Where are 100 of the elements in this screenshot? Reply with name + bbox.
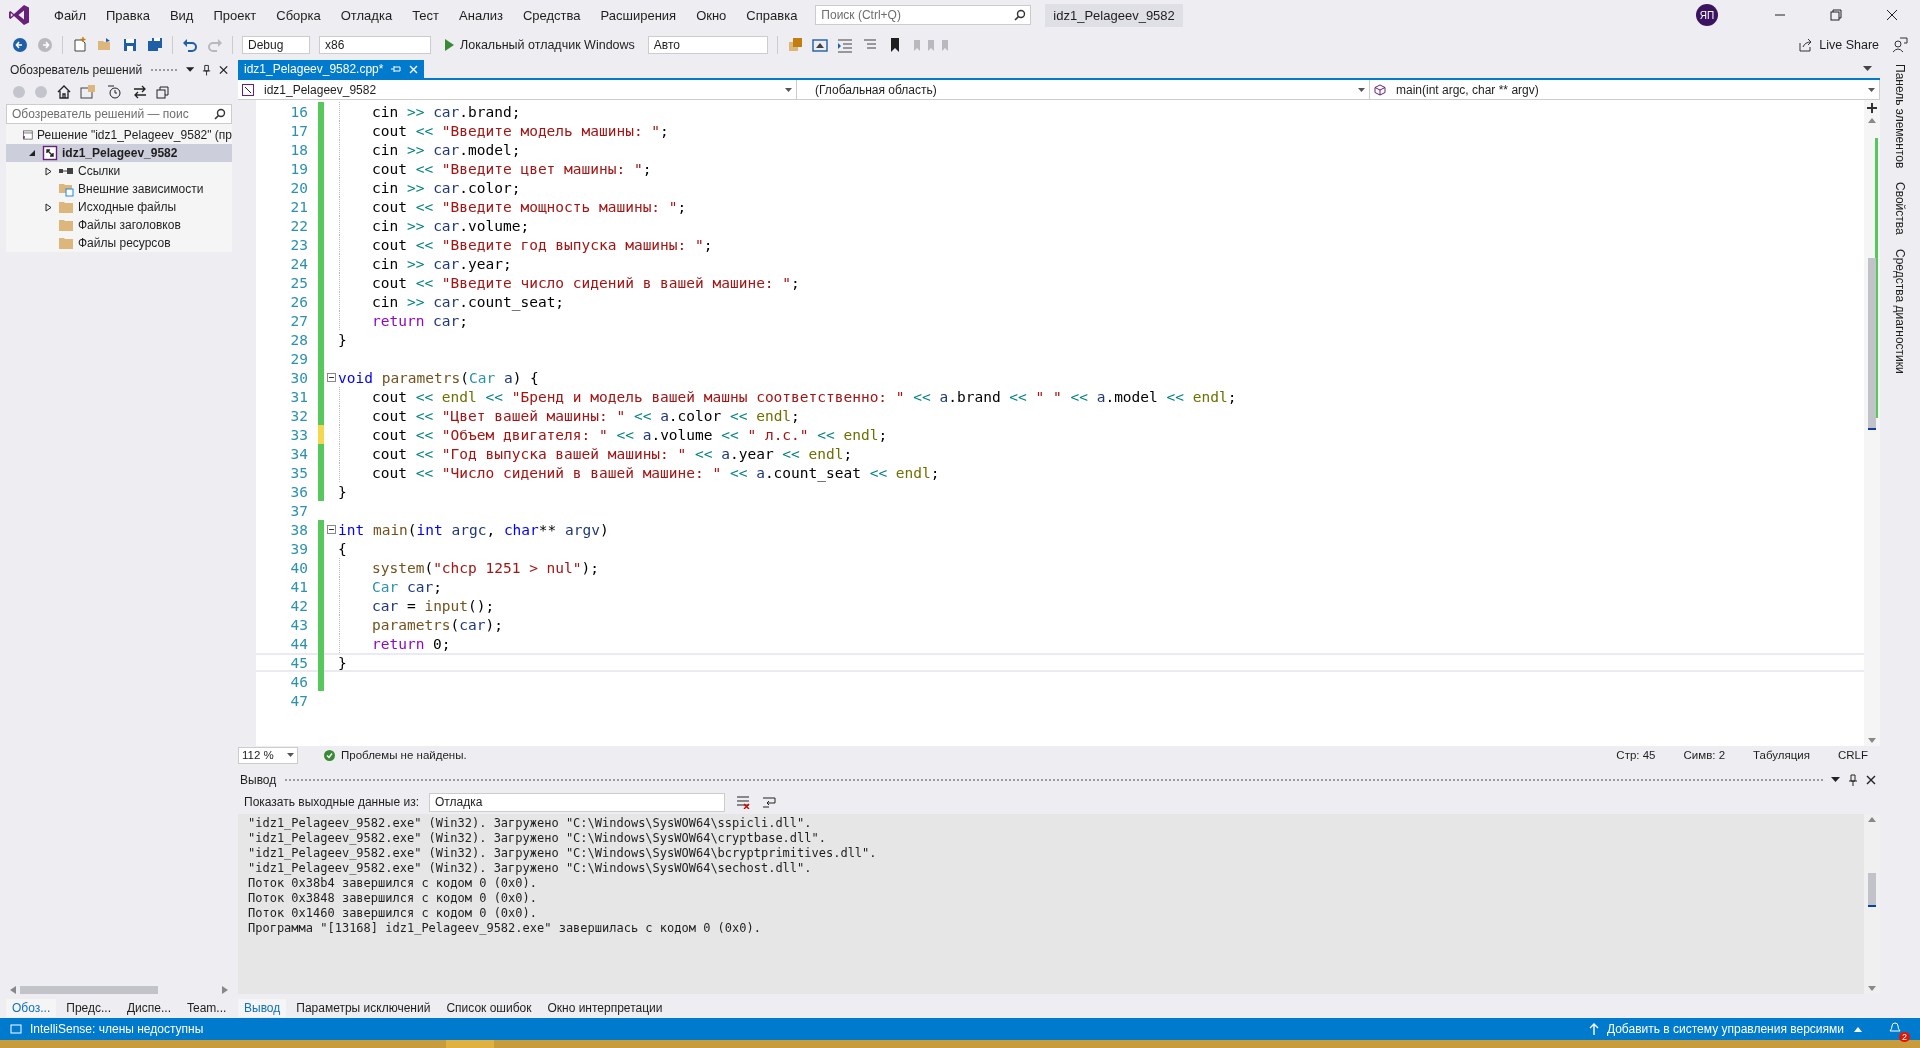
screenshot-icon[interactable] xyxy=(811,37,828,53)
collapse-all-icon[interactable] xyxy=(156,85,170,99)
collapse-icon[interactable] xyxy=(326,525,336,534)
scrollbar-thumb[interactable] xyxy=(20,986,158,994)
play-icon xyxy=(444,39,454,51)
live-share-button[interactable]: Live Share xyxy=(1795,36,1883,54)
scroll-up-icon[interactable] xyxy=(1868,118,1876,123)
user-avatar[interactable]: ЯП xyxy=(1696,4,1718,26)
dropdown-icon[interactable] xyxy=(1863,66,1872,72)
indent-icon[interactable] xyxy=(836,37,853,53)
tree-item[interactable]: Ссылки xyxy=(6,162,232,180)
code-line: void parametrs(Car a) { xyxy=(338,369,539,386)
scroll-up-icon[interactable] xyxy=(1868,817,1876,822)
scope-dropdown[interactable]: (Глобальная область) xyxy=(797,80,1370,99)
source-control-button[interactable]: Добавить в систему управления версиями xyxy=(1606,1022,1844,1036)
caret-icon[interactable] xyxy=(1854,1026,1862,1032)
bell-icon[interactable] xyxy=(1888,1020,1902,1035)
history-icon[interactable] xyxy=(106,84,124,100)
member-dropdown[interactable]: main(int argc, char ** argv) xyxy=(1370,80,1880,99)
scroll-down-icon[interactable] xyxy=(1868,986,1876,991)
new-item-icon[interactable] xyxy=(72,37,88,53)
back-icon[interactable] xyxy=(12,37,28,53)
panel-tab[interactable]: Вывод xyxy=(238,999,287,1017)
split-icon[interactable] xyxy=(1867,103,1877,113)
scrollbar-thumb[interactable] xyxy=(1868,258,1876,430)
collapsed-icon[interactable] xyxy=(44,166,52,176)
search-field[interactable]: Поиск (Ctrl+Q) xyxy=(815,5,1032,25)
menu-item[interactable]: Расширения xyxy=(590,7,687,23)
find-in-files-icon[interactable] xyxy=(786,37,803,53)
menu-item[interactable]: Средства xyxy=(512,7,591,23)
tree-item[interactable]: Внешние зависимости xyxy=(6,180,232,198)
indent-indicator[interactable]: Табуляция xyxy=(1753,749,1810,761)
panel-tab[interactable]: Окно интерпретации xyxy=(541,999,669,1017)
panel-tab[interactable]: Обоз... xyxy=(6,999,57,1017)
platform-dropdown[interactable]: x86 xyxy=(319,36,431,54)
line-ending-indicator[interactable]: CRLF xyxy=(1837,749,1868,761)
code-line: } xyxy=(338,654,347,671)
scroll-left-icon[interactable] xyxy=(10,986,16,994)
menu-item[interactable]: Правка xyxy=(95,7,160,23)
tree-item[interactable]: Исходные файлы xyxy=(6,198,232,216)
folder-icon[interactable] xyxy=(97,37,113,53)
menu-item[interactable]: Окно xyxy=(686,7,737,23)
menu-item[interactable]: Отладка xyxy=(330,7,403,23)
save-icon[interactable] xyxy=(122,37,138,53)
pin-icon[interactable] xyxy=(1848,774,1858,786)
code-line: } xyxy=(338,483,347,500)
word-wrap-icon[interactable] xyxy=(761,795,777,809)
dropdown-icon[interactable] xyxy=(1831,777,1840,783)
code-line: system("chcp 1251 > nul"); xyxy=(372,559,599,576)
close-icon[interactable] xyxy=(1866,775,1876,785)
close-icon[interactable] xyxy=(218,65,228,75)
line-number: 33 xyxy=(289,426,308,443)
menu-item[interactable]: Тест xyxy=(402,7,450,23)
dropdown-icon[interactable] xyxy=(185,67,194,73)
code-line: cout << endl << "Бренд и модель вашей машны соответственно: " << a.brand << " " << a.model << endl; xyxy=(372,388,1237,405)
menu-item[interactable]: Вид xyxy=(159,7,204,23)
target-dropdown[interactable]: Авто xyxy=(647,36,768,54)
panel-tab[interactable]: Team... xyxy=(181,999,233,1017)
home-icon[interactable] xyxy=(56,84,72,100)
tree-item[interactable]: idz1_Pelageev_9582 xyxy=(6,144,232,162)
panel-tab[interactable]: Диспе... xyxy=(120,999,177,1017)
collapsed-icon[interactable] xyxy=(44,202,52,212)
scroll-down-icon[interactable] xyxy=(1868,738,1876,743)
project-dropdown[interactable]: idz1_Pelageev_9582 xyxy=(238,80,797,99)
output-line: Программа "[13168] idz1_Pelageev_9582.exe" завершилась с кодом 0 (0x0). xyxy=(248,921,762,936)
menu-item[interactable]: Файл xyxy=(44,7,96,23)
tree-item[interactable]: Решение "idz1_Pelageev_9582" (пр xyxy=(6,126,232,144)
zoom-dropdown[interactable]: 112 % xyxy=(238,746,298,764)
upload-icon xyxy=(1588,1023,1599,1035)
collapse-icon[interactable] xyxy=(326,373,336,382)
save-all-icon[interactable] xyxy=(147,37,163,53)
menu-item[interactable]: Анализ xyxy=(449,7,513,23)
pin-icon[interactable] xyxy=(201,64,211,76)
clear-icon[interactable] xyxy=(735,795,751,809)
scroll-right-icon[interactable] xyxy=(222,986,228,994)
feedback-icon[interactable] xyxy=(1892,37,1908,53)
undo-icon[interactable] xyxy=(182,37,198,53)
side-tab[interactable]: Средства диагностики xyxy=(1893,249,1907,374)
code-line: return 0; xyxy=(372,635,451,652)
configuration-dropdown[interactable]: Debug xyxy=(242,36,310,54)
close-icon[interactable] xyxy=(1886,9,1898,21)
side-tab[interactable]: Свойства xyxy=(1893,182,1907,235)
restore-icon[interactable] xyxy=(1830,9,1842,21)
panel-tab[interactable]: Параметры исключений xyxy=(290,999,437,1017)
code-line: cin >> car.count_seat; xyxy=(372,293,565,310)
sync-icon[interactable] xyxy=(132,84,148,100)
tree-item[interactable]: Файлы заголовков xyxy=(6,216,232,234)
menu-item[interactable]: Сборка xyxy=(266,7,331,23)
panel-tab[interactable]: Список ошибок xyxy=(440,999,538,1017)
tree-item[interactable]: Файлы ресурсов xyxy=(6,234,232,252)
switch-views-icon[interactable] xyxy=(80,84,98,100)
menu-item[interactable]: Проект xyxy=(203,7,267,23)
menu-item[interactable]: Справка xyxy=(736,7,808,23)
expanded-icon[interactable] xyxy=(28,149,36,157)
scrollbar-thumb[interactable] xyxy=(1868,873,1876,907)
run-debugger-button[interactable]: Локальный отладчик Windows xyxy=(440,36,639,54)
output-source-dropdown[interactable]: Отладка xyxy=(429,792,725,812)
search-field[interactable]: Обозреватель решений — поис xyxy=(6,104,232,124)
side-tab[interactable]: Панель элементов xyxy=(1893,64,1907,169)
panel-tab[interactable]: Предс... xyxy=(60,999,117,1017)
